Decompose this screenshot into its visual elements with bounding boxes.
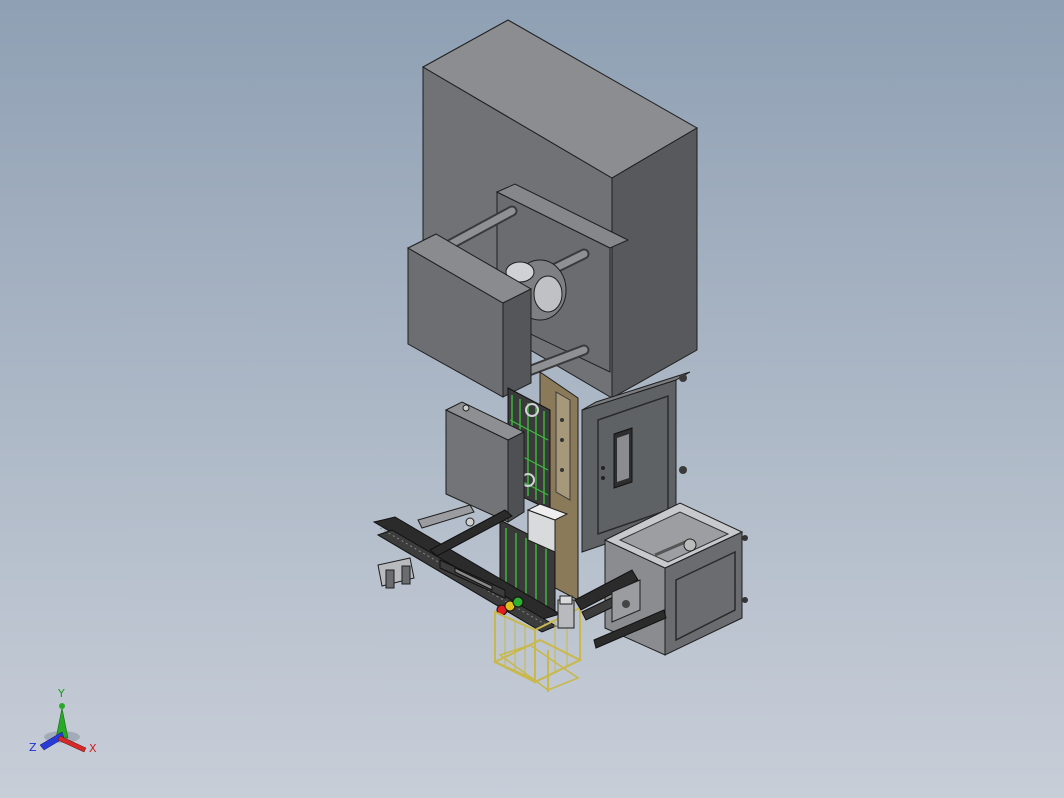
coordinate-triad: Y Z X (29, 687, 97, 755)
cad-3d-viewport[interactable]: Y Z X (0, 0, 1064, 798)
x-axis-label: X (89, 742, 97, 755)
z-axis-label: Z (29, 741, 37, 754)
y-axis-label: Y (57, 687, 65, 700)
cad-model-scene[interactable]: Y Z X (0, 0, 1064, 798)
